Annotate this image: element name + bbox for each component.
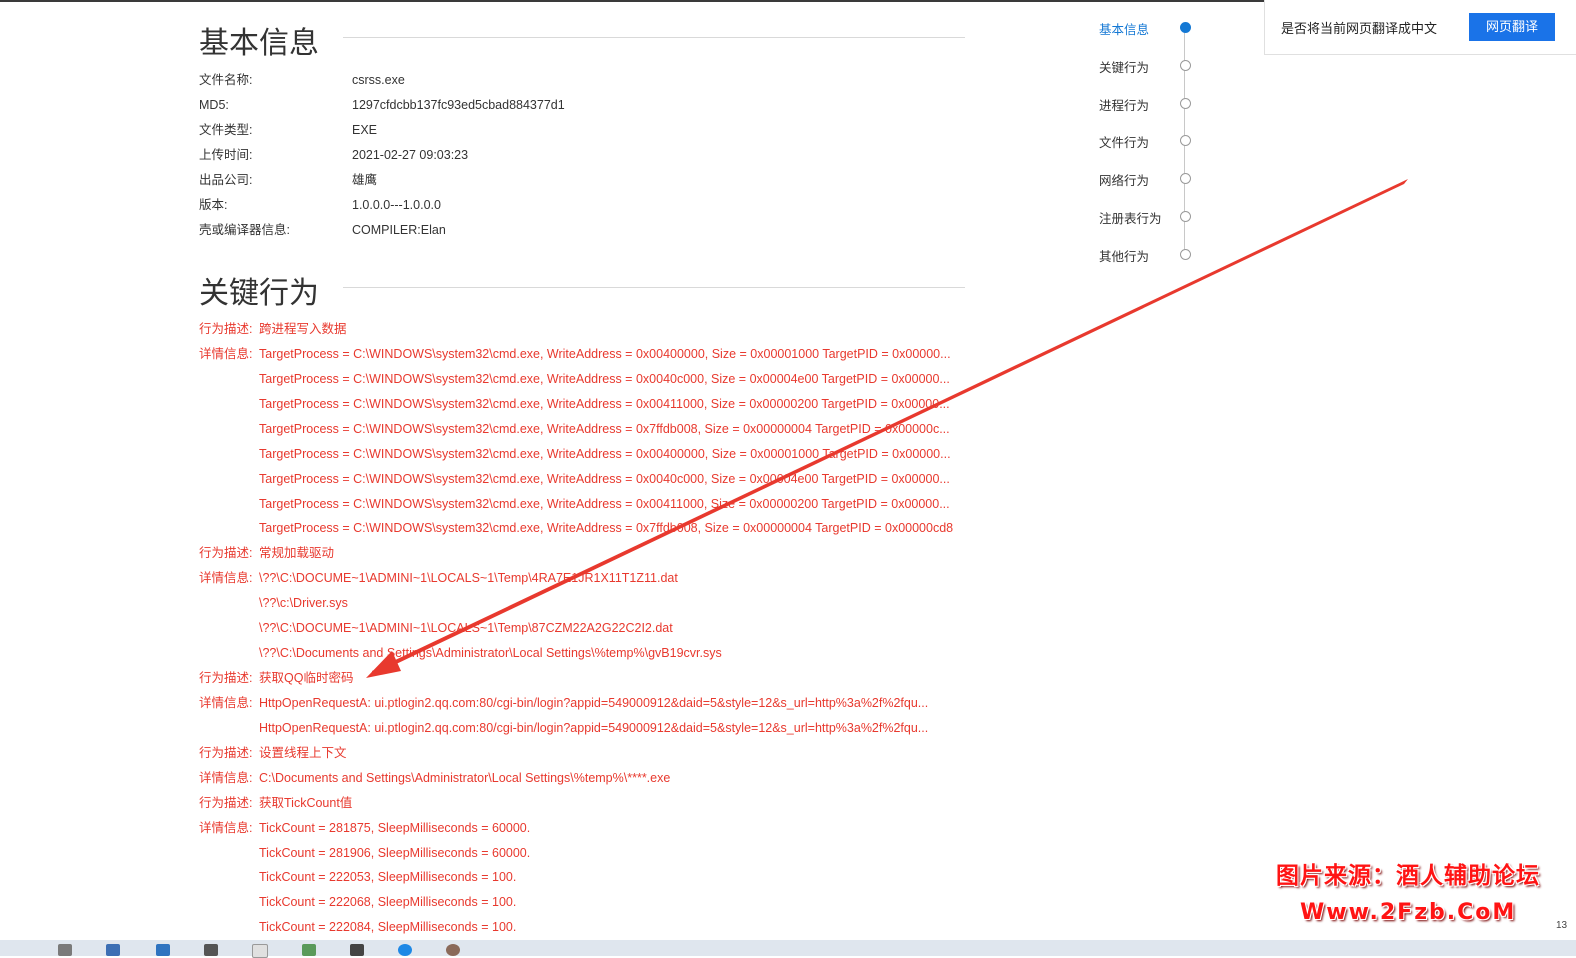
behavior-detail: TargetProcess = C:\WINDOWS\system32\cmd.… xyxy=(259,446,951,461)
basic-info-value: 1.0.0.0---1.0.0.0 xyxy=(352,198,441,212)
nav-item[interactable]: 网络行为 xyxy=(1099,170,1149,189)
behavior-label: 行为描述: xyxy=(199,546,253,561)
taskbar-app-icon[interactable] xyxy=(350,944,364,956)
behavior-detail: \??\C:\DOCUME~1\ADMINI~1\LOCALS~1\Temp\4… xyxy=(259,571,678,586)
behavior-detail: TargetProcess = C:\WINDOWS\system32\cmd.… xyxy=(259,421,950,436)
behavior-detail: TickCount = 281875, SleepMilliseconds = … xyxy=(259,820,531,835)
basic-info-value: 2021-02-27 09:03:23 xyxy=(352,148,469,162)
behavior-detail: 获取TickCount值 xyxy=(259,795,353,810)
nav-item[interactable]: 文件行为 xyxy=(1099,132,1149,151)
nav-dot-icon[interactable] xyxy=(1180,173,1191,185)
behavior-detail: 常规加载驱动 xyxy=(259,546,335,561)
nav-item[interactable]: 注册表行为 xyxy=(1099,208,1162,227)
behavior-label: 行为描述: xyxy=(199,745,253,760)
behavior-detail: \??\C:\DOCUME~1\ADMINI~1\LOCALS~1\Temp\8… xyxy=(259,621,673,636)
translate-prompt: 是否将当前网页翻译成中文 xyxy=(1281,21,1438,36)
nav-dot-icon[interactable] xyxy=(1180,59,1191,71)
nav-item[interactable]: 其他行为 xyxy=(1099,246,1149,265)
translate-button[interactable]: 网页翻译 xyxy=(1469,13,1555,41)
behavior-detail: TargetProcess = C:\WINDOWS\system32\cmd.… xyxy=(259,496,950,511)
behavior-detail: TargetProcess = C:\WINDOWS\system32\cmd.… xyxy=(259,396,950,411)
behavior-detail: 获取QQ临时密码 xyxy=(259,671,354,686)
behavior-label: 详情信息: xyxy=(199,820,253,835)
behavior-detail: TickCount = 222084, SleepMilliseconds = … xyxy=(259,920,517,935)
basic-info-value: COMPILER:Elan xyxy=(352,223,446,237)
behavior-detail: HttpOpenRequestA: ui.ptlogin2.qq.com:80/… xyxy=(259,695,929,710)
key-behavior-title: 关键行为 xyxy=(199,277,319,310)
nav-dot-icon[interactable] xyxy=(1180,211,1191,222)
nav-dot-icon[interactable] xyxy=(1180,248,1191,260)
taskbar-browser-icon[interactable] xyxy=(398,944,412,956)
taskbar xyxy=(0,940,1576,958)
behavior-detail: 设置线程上下文 xyxy=(259,745,347,760)
behavior-detail: \??\C:\Documents and Settings\Administra… xyxy=(259,646,722,661)
taskbar-app-icon[interactable] xyxy=(204,944,218,956)
basic-info-title: 基本信息 xyxy=(199,27,319,60)
nav-dot-icon[interactable] xyxy=(1180,135,1191,147)
taskbar-avatar-icon[interactable] xyxy=(446,944,460,956)
behavior-label: 行为描述: xyxy=(199,795,253,810)
basic-info-value: csrss.exe xyxy=(352,73,405,87)
basic-info-divider xyxy=(343,37,965,38)
basic-info-label: MD5: xyxy=(199,98,229,112)
taskbar-app-icon[interactable] xyxy=(156,944,170,956)
taskbar-app-icon[interactable] xyxy=(106,944,120,956)
key-behavior-divider xyxy=(343,287,965,288)
behavior-detail: TickCount = 281906, SleepMilliseconds = … xyxy=(259,845,531,860)
behavior-detail: TargetProcess = C:\WINDOWS\system32\cmd.… xyxy=(259,346,951,361)
nav-item[interactable]: 基本信息 xyxy=(1099,19,1149,38)
basic-info-label: 版本: xyxy=(199,198,228,212)
behavior-label: 行为描述: xyxy=(199,322,253,336)
basic-info-label: 文件类型: xyxy=(199,123,253,137)
behavior-detail: TargetProcess = C:\WINDOWS\system32\cmd.… xyxy=(259,371,950,386)
behavior-label: 详情信息: xyxy=(199,346,253,361)
watermark-url: Www.2Fzb.CoM xyxy=(1300,900,1517,925)
basic-info-value: 雄鹰 xyxy=(352,173,378,187)
basic-info-label: 上传时间: xyxy=(199,148,253,162)
basic-info-label: 出品公司: xyxy=(199,173,253,187)
taskbar-app-icon[interactable] xyxy=(58,944,72,956)
watermark-source: 图片来源：酒人辅助论坛 xyxy=(1276,863,1540,889)
behavior-detail: C:\Documents and Settings\Administrator\… xyxy=(259,770,671,785)
behavior-label: 详情信息: xyxy=(199,695,253,710)
basic-info-label: 壳或编译器信息: xyxy=(199,223,290,237)
nav-dot-icon[interactable] xyxy=(1180,97,1191,109)
nav-item[interactable]: 进程行为 xyxy=(1099,95,1149,114)
taskbar-app-icon[interactable] xyxy=(302,944,316,956)
corner-clock-fragment: 13 xyxy=(1556,920,1568,931)
behavior-detail: TargetProcess = C:\WINDOWS\system32\cmd.… xyxy=(259,521,954,536)
behavior-label: 详情信息: xyxy=(199,770,253,785)
nav-dot-icon[interactable] xyxy=(1180,22,1191,33)
behavior-detail: 跨进程写入数据 xyxy=(259,322,347,336)
translate-bar: 是否将当前网页翻译成中文 网页翻译 xyxy=(1264,0,1576,55)
basic-info-label: 文件名称: xyxy=(199,73,253,87)
behavior-detail: TickCount = 222053, SleepMilliseconds = … xyxy=(259,870,517,885)
behavior-detail: HttpOpenRequestA: ui.ptlogin2.qq.com:80/… xyxy=(259,720,929,735)
behavior-label: 行为描述: xyxy=(199,671,253,686)
behavior-label: 详情信息: xyxy=(199,571,253,586)
behavior-detail: \??\c:\Driver.sys xyxy=(259,596,348,611)
nav-item[interactable]: 关键行为 xyxy=(1099,57,1149,76)
basic-info-value: 1297cfdcbb137fc93ed5cbad884377d1 xyxy=(352,98,565,112)
behavior-detail: TargetProcess = C:\WINDOWS\system32\cmd.… xyxy=(259,471,950,486)
behavior-detail: TickCount = 222068, SleepMilliseconds = … xyxy=(259,895,517,910)
basic-info-value: EXE xyxy=(352,123,378,137)
